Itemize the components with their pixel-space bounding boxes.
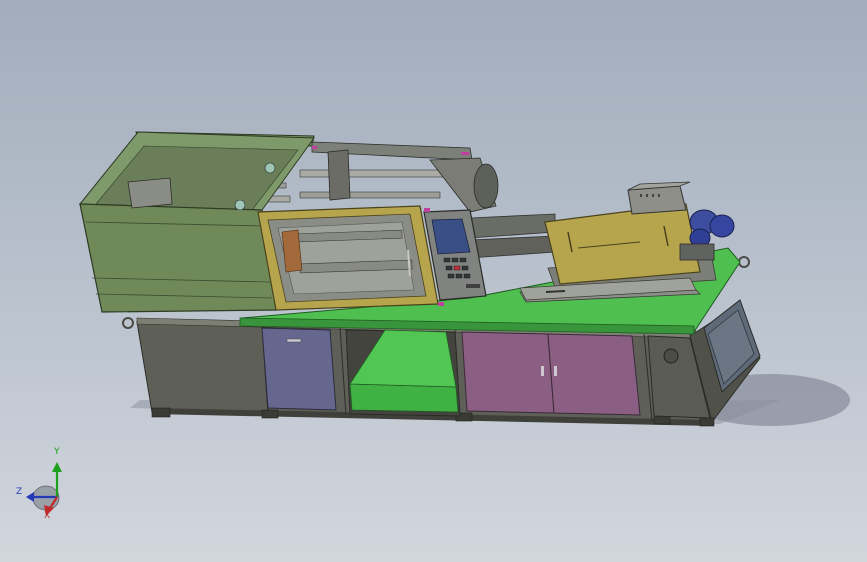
yellow-safety-door-frame[interactable] [257, 205, 439, 311]
x-axis-label: X [44, 511, 51, 521]
purple-cabinet-door-right[interactable] [547, 333, 641, 416]
injection-carriage-plate[interactable] [544, 203, 701, 285]
coordinate-triad: Y Z X [14, 446, 76, 526]
keypad-buttons [443, 257, 471, 279]
z-axis-label: Z [16, 487, 23, 497]
toggle-mechanism [327, 149, 499, 213]
left-cabinet-door[interactable] [261, 327, 337, 411]
hopper-block [627, 181, 691, 215]
purple-cabinet-door-left[interactable] [461, 331, 555, 414]
injection-molding-machine-model[interactable] [0, 0, 867, 562]
center-bed-recess [345, 329, 461, 417]
cad-viewport[interactable]: Y Z X [0, 0, 867, 562]
y-axis-label: Y [54, 447, 60, 457]
